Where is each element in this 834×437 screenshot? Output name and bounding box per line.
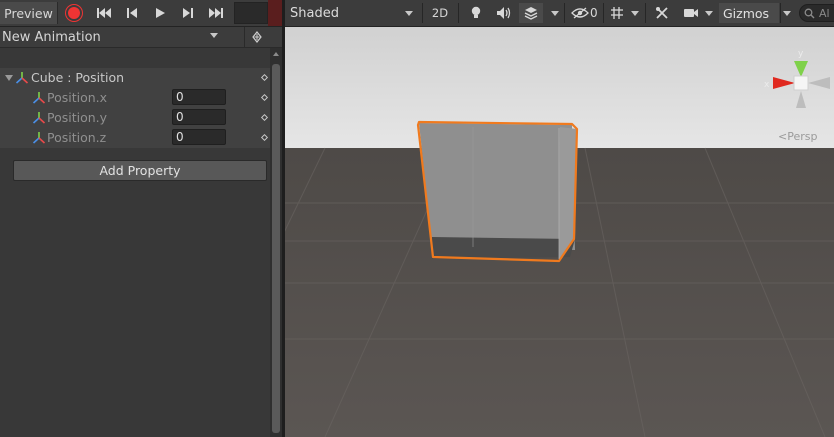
property-label: Position.x — [47, 90, 108, 105]
property-label: Position.z — [47, 130, 107, 145]
cube-object[interactable] — [416, 120, 579, 263]
add-property-button[interactable]: Add Property — [13, 160, 267, 181]
lighting-toggle-button[interactable] — [465, 3, 487, 23]
clip-row: New Animation — [0, 27, 282, 48]
transform-axes-icon — [32, 131, 46, 145]
chevron-down-icon — [210, 33, 218, 38]
transform-axes-icon — [32, 111, 46, 125]
chevron-down-icon[interactable] — [705, 11, 713, 16]
animation-toolbar: Preview — [0, 0, 282, 27]
property-list: Cube : Position Position.x 0 Position.y … — [0, 68, 270, 148]
scene-toolbar: Shaded 2D 0 Gizmos Al — [285, 0, 834, 27]
2d-toggle-button[interactable]: 2D — [427, 3, 453, 23]
scrollbar-thumb[interactable] — [272, 64, 280, 433]
vertical-scrollbar[interactable] — [270, 48, 282, 437]
gizmo-x-label: x — [764, 80, 770, 90]
fold-arrow-icon[interactable] — [5, 75, 13, 81]
previous-keyframe-button[interactable] — [118, 2, 146, 24]
transform-axes-icon — [15, 71, 29, 85]
previous-keyframe-icon — [127, 8, 137, 18]
first-keyframe-icon — [97, 8, 111, 18]
chevron-down-icon[interactable] — [631, 11, 639, 16]
effects-toggle-button[interactable] — [519, 3, 543, 23]
property-row-position-y[interactable]: Position.y 0 — [0, 108, 270, 128]
preview-button[interactable]: Preview — [0, 2, 58, 24]
tools-icon — [656, 7, 668, 19]
gizmos-button[interactable]: Gizmos — [719, 3, 779, 23]
position-y-field[interactable]: 0 — [172, 109, 226, 125]
transform-axes-icon — [32, 91, 46, 105]
gizmo-y-label: y — [798, 49, 804, 59]
audio-icon — [497, 7, 511, 19]
shading-mode-label: Shaded — [290, 5, 339, 21]
keyframe-diamond-icon[interactable] — [260, 113, 269, 122]
shading-mode-dropdown[interactable]: Shaded — [285, 2, 419, 24]
hidden-objects-toggle[interactable]: 0 — [569, 3, 601, 23]
search-icon — [804, 8, 815, 18]
clip-name: New Animation — [2, 29, 101, 45]
chevron-down-icon — [405, 11, 413, 16]
next-keyframe-button[interactable] — [174, 2, 202, 24]
last-keyframe-icon — [209, 8, 223, 18]
add-keyframe-button[interactable] — [244, 27, 269, 47]
property-row-position-x[interactable]: Position.x 0 — [0, 88, 270, 108]
position-z-field[interactable]: 0 — [172, 129, 226, 145]
keyframe-diamond-icon[interactable] — [260, 73, 269, 82]
frame-field[interactable] — [234, 2, 268, 24]
recording-indicator — [268, 0, 282, 26]
play-button[interactable] — [146, 2, 174, 24]
scene-view: Shaded 2D 0 Gizmos Al x y <Persp — [285, 0, 834, 437]
property-group-label: Cube : Position — [31, 70, 125, 85]
grid-toggle-button[interactable] — [607, 3, 627, 23]
property-label: Position.y — [47, 110, 108, 125]
clip-dropdown[interactable]: New Animation — [0, 27, 226, 47]
keyframe-diamond-icon[interactable] — [260, 93, 269, 102]
next-keyframe-icon — [183, 8, 193, 18]
camera-settings-button[interactable] — [681, 3, 701, 23]
search-placeholder: Al — [819, 6, 830, 20]
scene-tools-button[interactable] — [651, 3, 673, 23]
gizmos-label: Gizmos — [723, 5, 770, 21]
scene-search-input[interactable]: Al — [799, 4, 834, 22]
audio-toggle-button[interactable] — [493, 3, 515, 23]
animation-window: Preview New Animation Cube: Position Po… — [0, 0, 282, 437]
last-keyframe-button[interactable] — [202, 2, 230, 24]
property-group-cube-position[interactable]: Cube : Position — [0, 68, 270, 88]
record-button[interactable] — [60, 2, 88, 24]
visibility-icon — [571, 7, 589, 19]
play-icon — [156, 8, 165, 18]
position-x-field[interactable]: 0 — [172, 89, 226, 105]
chevron-down-icon[interactable] — [783, 11, 791, 16]
projection-text: Persp — [787, 130, 818, 143]
first-keyframe-button[interactable] — [90, 2, 118, 24]
chevron-down-icon[interactable] — [551, 11, 559, 16]
keyframe-diamond-icon[interactable] — [260, 133, 269, 142]
scroll-up-arrow-icon[interactable] — [273, 52, 279, 56]
camera-icon — [684, 9, 698, 17]
property-row-position-z[interactable]: Position.z 0 — [0, 128, 270, 148]
hidden-count: 0 — [590, 6, 598, 20]
lighting-icon — [471, 6, 481, 18]
grid-icon — [611, 7, 623, 19]
add-keyframe-icon — [252, 31, 262, 43]
record-icon — [68, 7, 80, 19]
scene-viewport[interactable]: x y — [285, 27, 834, 437]
projection-label[interactable]: <Persp — [778, 130, 817, 143]
effects-icon — [524, 7, 538, 20]
